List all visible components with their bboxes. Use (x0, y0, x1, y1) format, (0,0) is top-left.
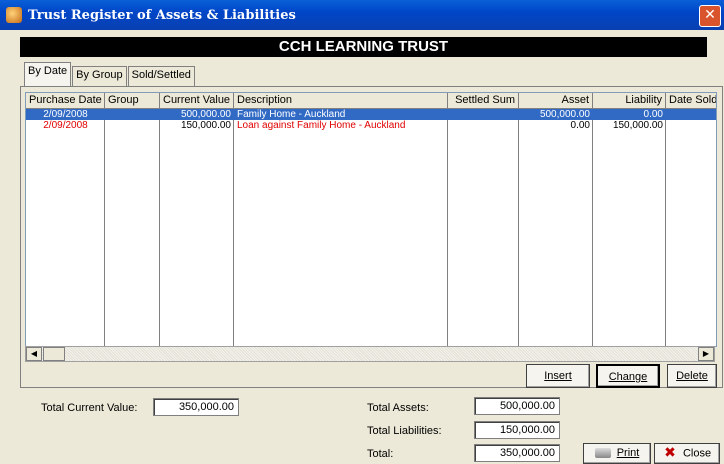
column-divider (233, 109, 234, 346)
column-divider (159, 109, 160, 346)
cell-liability: 150,000.00 (612, 120, 663, 131)
cell-purchase-date: 2/09/2008 (43, 120, 88, 131)
column-header-group[interactable]: Group (105, 93, 160, 108)
delete-button-label: Delete (676, 370, 708, 382)
total-current-value-field: 350,000.00 (153, 398, 239, 416)
printer-icon (594, 448, 611, 459)
column-header-current-value[interactable]: Current Value (160, 93, 234, 108)
close-button[interactable]: ✖ Close (654, 443, 720, 464)
scroll-thumb[interactable] (43, 347, 65, 361)
register-grid[interactable]: Purchase Date Group Current Value Descri… (25, 92, 717, 347)
app-icon (6, 7, 22, 23)
table-row[interactable]: 2/09/2008 150,000.00 Loan against Family… (26, 120, 716, 131)
title-bar: Trust Register of Assets & Liabilities ✕ (0, 0, 724, 30)
column-header-purchase-date[interactable]: Purchase Date (26, 93, 105, 108)
total-field: 350,000.00 (474, 444, 560, 462)
grid-header: Purchase Date Group Current Value Descri… (26, 93, 716, 109)
tab-by-group[interactable]: By Group (72, 66, 127, 86)
scroll-right-icon[interactable]: ▶ (698, 347, 714, 361)
delete-button[interactable]: Delete (667, 364, 717, 388)
cell-date-sold (666, 109, 716, 120)
cell-liability: 0.00 (643, 109, 663, 120)
window-title: Trust Register of Assets & Liabilities (28, 7, 296, 23)
print-button[interactable]: Print (583, 443, 651, 464)
cell-asset: 0.00 (570, 120, 590, 131)
cell-settled-sum (448, 109, 519, 120)
column-header-settled-sum[interactable]: Settled Sum (448, 93, 519, 108)
total-current-value-label: Total Current Value: (41, 402, 138, 414)
column-divider (592, 109, 593, 346)
total-label: Total: (367, 448, 394, 460)
cell-date-sold (666, 120, 716, 131)
print-button-label: Print (616, 447, 640, 459)
tab-by-date[interactable]: By Date (24, 62, 72, 86)
close-button-label: Close (682, 447, 712, 460)
insert-button-label: Insert (544, 370, 572, 382)
total-assets-field: 500,000.00 (474, 397, 560, 415)
tab-panel: Purchase Date Group Current Value Descri… (20, 86, 723, 388)
close-icon: ✖ (664, 445, 676, 461)
column-header-description[interactable]: Description (234, 93, 448, 108)
cell-asset: 500,000.00 (539, 109, 590, 120)
column-header-date-sold[interactable]: Date Sold (666, 93, 716, 108)
change-button[interactable]: Change (596, 364, 660, 388)
column-divider (665, 109, 666, 346)
column-header-liability[interactable]: Liability (593, 93, 666, 108)
cell-settled-sum (448, 120, 519, 131)
change-button-label: Change (608, 371, 648, 383)
table-row[interactable]: 2/09/2008 500,000.00 Family Home - Auckl… (26, 109, 716, 120)
total-liabilities-label: Total Liabilities: (367, 425, 442, 437)
column-divider (518, 109, 519, 346)
tab-strip: By Date By Group Sold/Settled (24, 62, 196, 86)
cell-description: Loan against Family Home - Auckland (237, 120, 406, 131)
window-close-button[interactable]: ✕ (699, 5, 721, 27)
horizontal-scrollbar[interactable]: ◀ ▶ (25, 346, 715, 362)
total-assets-label: Total Assets: (367, 402, 429, 414)
column-divider (104, 109, 105, 346)
column-header-asset[interactable]: Asset (519, 93, 593, 108)
total-liabilities-field: 150,000.00 (474, 421, 560, 439)
tab-sold-settled[interactable]: Sold/Settled (127, 66, 195, 86)
cell-purchase-date: 2/09/2008 (43, 109, 88, 120)
trust-name-banner: CCH LEARNING TRUST (20, 37, 707, 57)
cell-group (105, 109, 160, 120)
scroll-left-icon[interactable]: ◀ (26, 347, 42, 361)
insert-button[interactable]: Insert (526, 364, 590, 388)
cell-current-value: 500,000.00 (180, 109, 231, 120)
cell-group (105, 120, 160, 131)
cell-description: Family Home - Auckland (237, 109, 346, 120)
column-divider (447, 109, 448, 346)
cell-current-value: 150,000.00 (180, 120, 231, 131)
